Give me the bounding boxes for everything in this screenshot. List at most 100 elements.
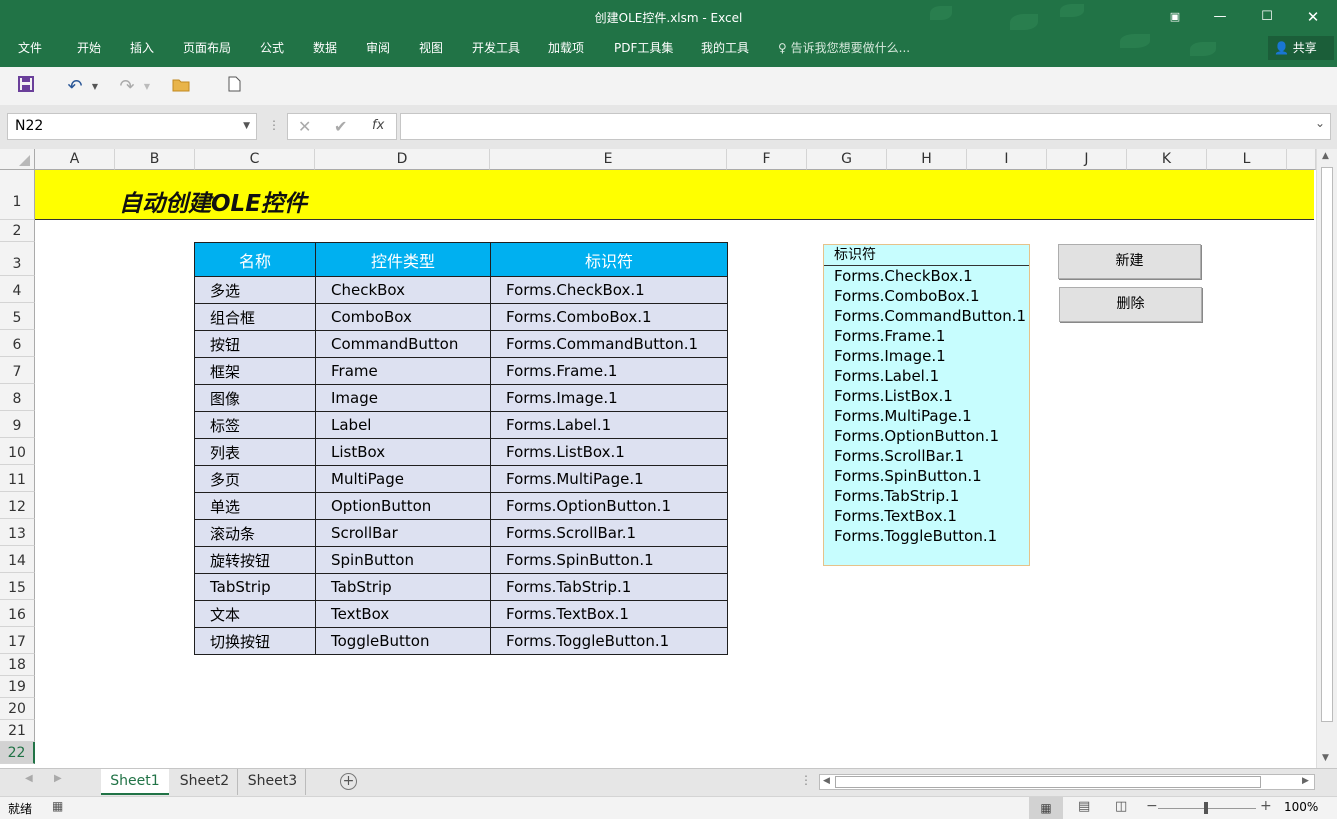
row-header-3[interactable]: 3: [0, 242, 35, 276]
cell-name[interactable]: 组合框: [194, 303, 316, 331]
cell-identifier[interactable]: Forms.Label.1: [490, 411, 728, 439]
cell-name[interactable]: TabStrip: [194, 573, 316, 601]
scroll-left-icon[interactable]: ◀: [823, 776, 830, 786]
cell-type[interactable]: OptionButton: [315, 492, 491, 520]
tab-formulas[interactable]: 公式: [260, 38, 284, 58]
cell-identifier[interactable]: Forms.CheckBox.1: [490, 276, 728, 304]
column-header-f[interactable]: F: [727, 149, 807, 170]
zoom-level[interactable]: 100%: [1284, 800, 1318, 814]
list-item[interactable]: Forms.Frame.1: [834, 326, 945, 346]
cell-name[interactable]: 切换按钮: [194, 627, 316, 655]
list-item[interactable]: Forms.CheckBox.1: [834, 266, 973, 286]
cell-identifier[interactable]: Forms.Image.1: [490, 384, 728, 412]
tell-me-search[interactable]: ♀ 告诉我您想要做什么...: [778, 38, 910, 58]
maximize-button[interactable]: ☐: [1252, 6, 1282, 28]
cell-type[interactable]: Image: [315, 384, 491, 412]
cell-name[interactable]: 图像: [194, 384, 316, 412]
cell-name[interactable]: 文本: [194, 600, 316, 628]
cell-name[interactable]: 滚动条: [194, 519, 316, 547]
row-header-6[interactable]: 6: [0, 330, 35, 357]
chevron-down-icon[interactable]: ▼: [243, 114, 250, 139]
undo-dropdown-icon[interactable]: ▼: [84, 76, 106, 98]
cell-identifier[interactable]: Forms.TextBox.1: [490, 600, 728, 628]
zoom-in-icon[interactable]: +: [1260, 798, 1272, 814]
cell-name[interactable]: 单选: [194, 492, 316, 520]
scroll-down-icon[interactable]: ▼: [1322, 753, 1329, 763]
expand-formula-bar-icon[interactable]: ⌄: [1315, 116, 1325, 130]
list-item[interactable]: Forms.SpinButton.1: [834, 466, 982, 486]
row-header-13[interactable]: 13: [0, 519, 35, 546]
cell-identifier[interactable]: Forms.SpinButton.1: [490, 546, 728, 574]
cell-identifier[interactable]: Forms.ToggleButton.1: [490, 627, 728, 655]
delete-button[interactable]: 删除: [1059, 287, 1202, 322]
column-header-c[interactable]: C: [195, 149, 315, 170]
cell-type[interactable]: SpinButton: [315, 546, 491, 574]
row-header-21[interactable]: 21: [0, 720, 35, 742]
insert-function-icon[interactable]: fx: [372, 118, 384, 133]
cell-type[interactable]: Label: [315, 411, 491, 439]
row-header-5[interactable]: 5: [0, 303, 35, 330]
column-header-l[interactable]: L: [1207, 149, 1287, 170]
row-header-22[interactable]: 22: [0, 742, 35, 764]
list-item[interactable]: Forms.ScrollBar.1: [834, 446, 964, 466]
cell-identifier[interactable]: Forms.ComboBox.1: [490, 303, 728, 331]
header-name[interactable]: 名称: [194, 242, 316, 277]
scroll-up-icon[interactable]: ▲: [1322, 151, 1329, 161]
cell-identifier[interactable]: Forms.MultiPage.1: [490, 465, 728, 493]
cell-identifier[interactable]: Forms.ScrollBar.1: [490, 519, 728, 547]
share-button[interactable]: 👤 共享: [1268, 36, 1334, 60]
zoom-out-icon[interactable]: −: [1146, 798, 1158, 814]
vertical-scrollbar[interactable]: ▲ ▼: [1316, 149, 1337, 768]
list-item[interactable]: Forms.MultiPage.1: [834, 406, 972, 426]
tab-file[interactable]: 文件: [18, 38, 42, 58]
header-control-type[interactable]: 控件类型: [315, 242, 491, 277]
tab-addins[interactable]: 加载项: [548, 38, 584, 58]
row-header-12[interactable]: 12: [0, 492, 35, 519]
cell-type[interactable]: CommandButton: [315, 330, 491, 358]
save-icon[interactable]: [15, 76, 37, 98]
cell-type[interactable]: Frame: [315, 357, 491, 385]
column-header-j[interactable]: J: [1047, 149, 1127, 170]
row-header-9[interactable]: 9: [0, 411, 35, 438]
redo-dropdown-icon[interactable]: ▼: [136, 76, 158, 98]
scroll-right-icon[interactable]: ▶: [1302, 776, 1309, 786]
list-item[interactable]: Forms.Image.1: [834, 346, 946, 366]
column-header-k[interactable]: K: [1127, 149, 1207, 170]
row-header-19[interactable]: 19: [0, 676, 35, 698]
row-header-17[interactable]: 17: [0, 627, 35, 654]
cell-name[interactable]: 框架: [194, 357, 316, 385]
normal-view-icon[interactable]: ▦: [1029, 797, 1063, 819]
row-header-2[interactable]: 2: [0, 220, 35, 242]
new-button[interactable]: 新建: [1058, 244, 1201, 279]
cell-identifier[interactable]: Forms.TabStrip.1: [490, 573, 728, 601]
column-header-i[interactable]: I: [967, 149, 1047, 170]
open-folder-icon[interactable]: [170, 76, 192, 98]
header-identifier[interactable]: 标识符: [490, 242, 728, 277]
macro-record-icon[interactable]: ▦: [52, 799, 63, 813]
prev-sheet-icon[interactable]: ◀: [25, 773, 33, 784]
row-header-1[interactable]: 1: [0, 170, 35, 220]
list-item[interactable]: Forms.TabStrip.1: [834, 486, 959, 506]
row-header-14[interactable]: 14: [0, 546, 35, 573]
tab-data[interactable]: 数据: [313, 38, 337, 58]
identifier-listbox[interactable]: 标识符 Forms.CheckBox.1 Forms.ComboBox.1 Fo…: [823, 244, 1030, 566]
tab-my-tools[interactable]: 我的工具: [701, 38, 749, 58]
row-header-20[interactable]: 20: [0, 698, 35, 720]
new-document-icon[interactable]: [223, 76, 245, 98]
column-header-e[interactable]: E: [490, 149, 727, 170]
cell-type[interactable]: ComboBox: [315, 303, 491, 331]
cell-type[interactable]: TabStrip: [315, 573, 491, 601]
tab-pdf-tools[interactable]: PDF工具集: [614, 38, 673, 58]
row-header-16[interactable]: 16: [0, 600, 35, 627]
list-item[interactable]: Forms.OptionButton.1: [834, 426, 999, 446]
select-all-corner[interactable]: [0, 149, 35, 170]
row-header-7[interactable]: 7: [0, 357, 35, 384]
cell-type[interactable]: CheckBox: [315, 276, 491, 304]
row-header-15[interactable]: 15: [0, 573, 35, 600]
cell-name[interactable]: 旋转按钮: [194, 546, 316, 574]
list-item[interactable]: Forms.ToggleButton.1: [834, 526, 997, 546]
name-box[interactable]: N22 ▼: [7, 113, 257, 140]
vertical-scroll-thumb[interactable]: [1321, 167, 1333, 722]
cell-name[interactable]: 标签: [194, 411, 316, 439]
row-header-8[interactable]: 8: [0, 384, 35, 411]
